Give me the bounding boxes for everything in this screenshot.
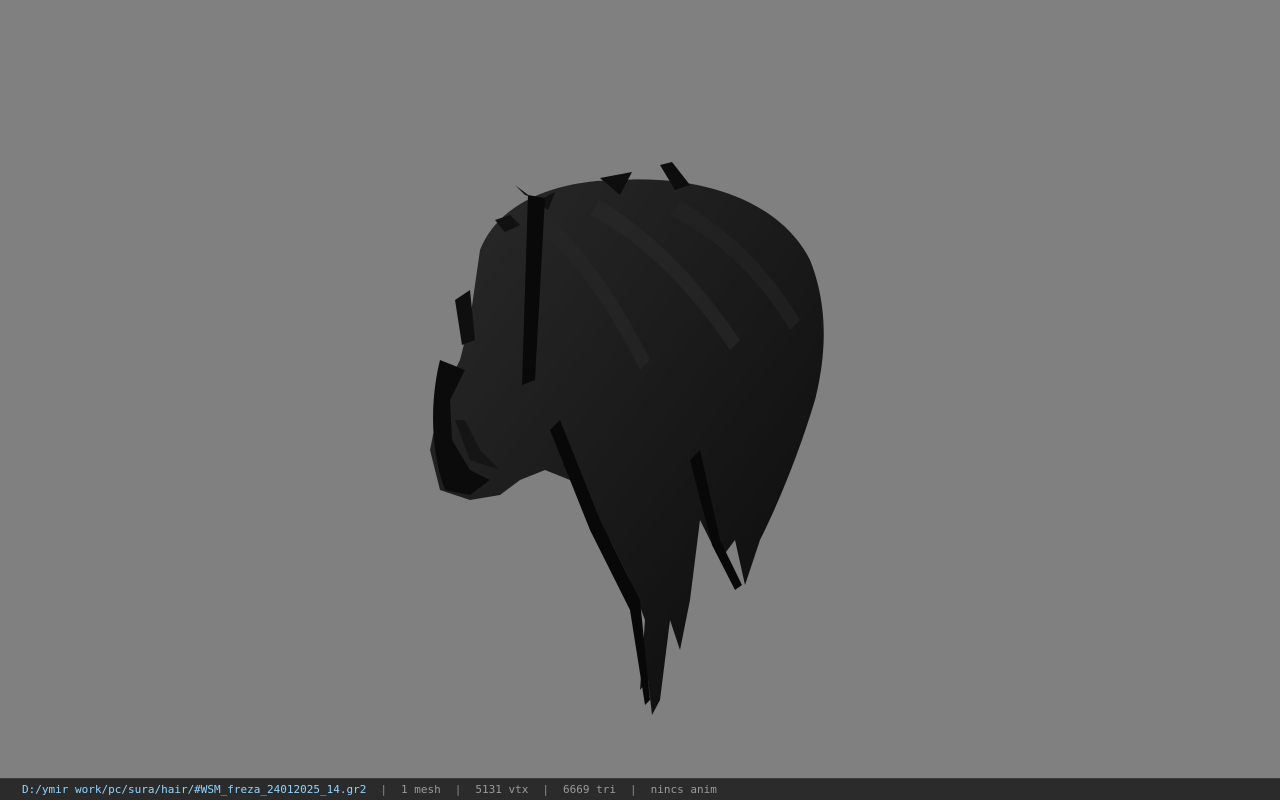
hair-mass xyxy=(430,179,824,715)
file-path-label: D:/ymir work/pc/sura/hair/#WSM_freza_240… xyxy=(22,783,367,796)
animation-status-label: nincs anim xyxy=(650,783,717,796)
separator: | xyxy=(380,783,387,796)
hair-wisp xyxy=(455,290,475,345)
separator: | xyxy=(542,783,549,796)
separator: | xyxy=(629,783,637,796)
hair-model-icon xyxy=(430,162,824,715)
vertex-count-label: 5131 vtx xyxy=(475,783,529,796)
triangle-count-label: 6669 tri xyxy=(562,783,616,796)
status-bar: D:/ymir work/pc/sura/hair/#WSM_freza_240… xyxy=(0,778,1280,800)
3d-viewport[interactable] xyxy=(0,0,1280,778)
separator: | xyxy=(454,783,462,796)
mesh-count-label: 1 mesh xyxy=(401,783,441,796)
